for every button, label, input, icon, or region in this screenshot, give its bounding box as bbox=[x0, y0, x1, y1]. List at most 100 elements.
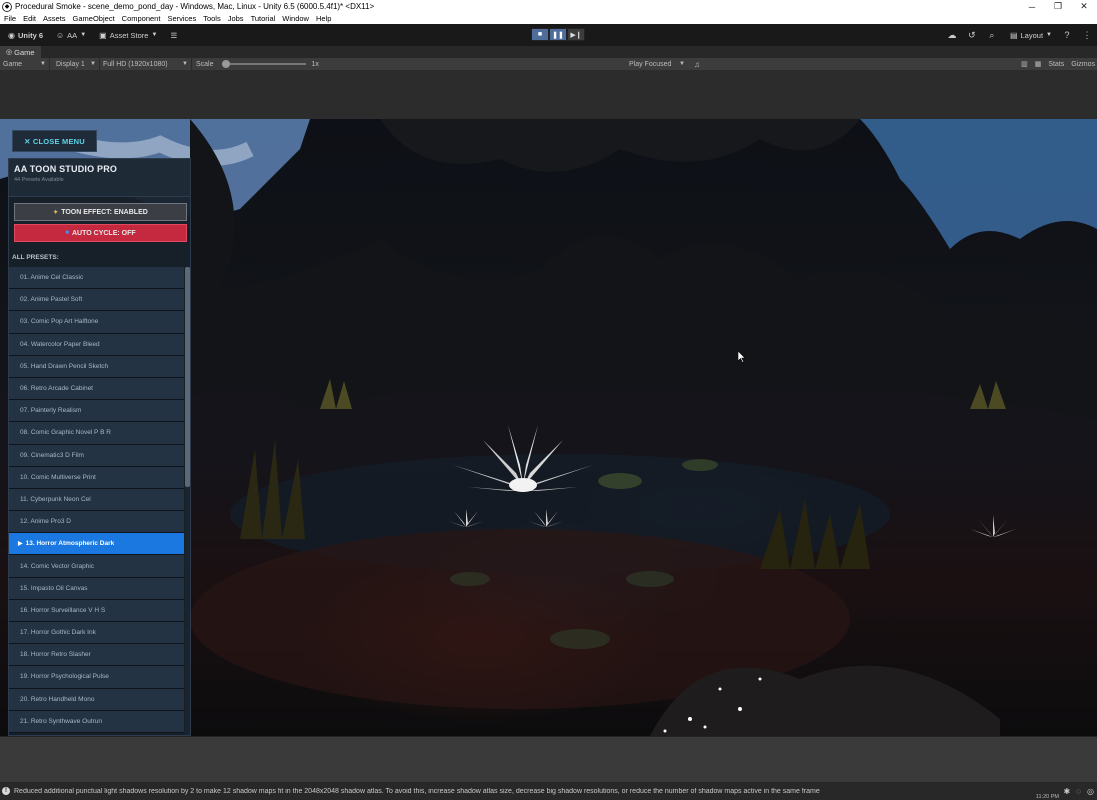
menu-window[interactable]: Window bbox=[282, 14, 309, 23]
cloud-icon[interactable]: ☁ bbox=[942, 28, 962, 42]
package-button[interactable]: ☰ bbox=[165, 28, 182, 42]
clock: 11:20 PM bbox=[1035, 794, 1059, 800]
preset-item[interactable]: 14. Comic Vector Graphic bbox=[9, 555, 184, 578]
view-type-dropdown[interactable]: Game ▼ bbox=[0, 58, 50, 70]
gamepad-icon: ◎ bbox=[6, 49, 13, 56]
minimize-icon[interactable]: ─ bbox=[1019, 0, 1045, 13]
user-icon: ☺ bbox=[56, 30, 65, 40]
preset-item[interactable]: 10. Comic Multiverse Print bbox=[9, 466, 184, 489]
preset-item[interactable]: 03. Comic Pop Art Halftone bbox=[9, 311, 184, 334]
maximize-icon[interactable]: ❐ bbox=[1045, 0, 1071, 13]
display-dropdown[interactable]: Display 1 ▼ bbox=[50, 58, 100, 70]
preset-item[interactable]: 20. Retro Handheld Mono bbox=[9, 688, 184, 711]
toon-studio-panel: AA TOON STUDIO PRO 44 Presets Available … bbox=[8, 158, 191, 736]
scale-slider-knob[interactable] bbox=[221, 60, 230, 68]
tab-game-label: Game bbox=[14, 47, 35, 57]
menu-services[interactable]: Services bbox=[167, 14, 196, 23]
preset-item[interactable]: 16. Horror Surveillance V H S bbox=[9, 599, 184, 622]
account-dropdown[interactable]: ☺ AA ▼ bbox=[51, 28, 91, 42]
preset-item[interactable]: 09. Cinematic3 D Film bbox=[9, 444, 184, 467]
console-message[interactable]: Reduced additional punctual light shadow… bbox=[14, 788, 1061, 795]
preset-item-selected[interactable]: ▶ 13. Horror Atmospheric Dark bbox=[9, 533, 184, 556]
scrollbar-thumb[interactable] bbox=[185, 267, 190, 487]
history-icon[interactable]: ↺ bbox=[962, 28, 982, 42]
toon-effect-toggle[interactable]: ✦ TOON EFFECT: ENABLED bbox=[14, 203, 187, 221]
lotus-flower-small bbox=[970, 515, 1016, 537]
frame-debug-icon[interactable]: ▥ bbox=[1021, 60, 1028, 68]
preset-item[interactable]: 15. Impasto Oil Canvas bbox=[9, 577, 184, 600]
preset-item[interactable]: 17. Horror Gothic Dark Ink bbox=[9, 622, 184, 645]
menu-tutorial[interactable]: Tutorial bbox=[251, 14, 276, 23]
tab-game[interactable]: ◎ Game bbox=[0, 46, 41, 58]
aspect-icon[interactable]: ▦ bbox=[1035, 60, 1042, 68]
preset-label: 14. Comic Vector Graphic bbox=[20, 562, 95, 570]
pause-icon[interactable]: ❚❚ bbox=[549, 28, 567, 41]
more-icon[interactable]: ⋮ bbox=[1077, 28, 1097, 42]
preset-item[interactable]: 04. Watercolor Paper Bleed bbox=[9, 333, 184, 356]
preset-label: 04. Watercolor Paper Bleed bbox=[20, 340, 100, 348]
all-presets-heading: ALL PRESETS: bbox=[12, 254, 59, 261]
layout-icon: ▤ bbox=[1009, 30, 1018, 40]
preset-label: 01. Anime Cel Classic bbox=[20, 274, 84, 282]
menu-help[interactable]: Help bbox=[316, 14, 331, 23]
layout-dropdown[interactable]: ▤ Layout ▼ bbox=[1005, 28, 1057, 42]
mouse-cursor-icon bbox=[738, 351, 746, 363]
stats-toggle[interactable]: Stats bbox=[1048, 61, 1064, 68]
asset-store-dropdown[interactable]: ▣ Asset Store ▼ bbox=[94, 28, 162, 42]
settings-circle-icon[interactable]: ◎ bbox=[1087, 787, 1094, 796]
chevron-down-icon: ▼ bbox=[1046, 32, 1052, 38]
menu-jobs[interactable]: Jobs bbox=[228, 14, 244, 23]
preset-item[interactable]: 19. Horror Psychological Pulse bbox=[9, 666, 184, 689]
step-icon[interactable]: ▶❙ bbox=[567, 28, 585, 41]
play-mode-label: Play Focused bbox=[629, 60, 672, 68]
status-bar-right: ✱ ◌ ◎ bbox=[1061, 787, 1097, 796]
menu-file[interactable]: File bbox=[4, 14, 16, 23]
preset-item[interactable]: 01. Anime Cel Classic bbox=[9, 267, 184, 290]
play-icon[interactable]: ■ bbox=[531, 28, 549, 41]
menu-tools[interactable]: Tools bbox=[203, 14, 221, 23]
preset-label: 07. Painterly Realism bbox=[20, 407, 82, 415]
search-icon[interactable]: ⌕ bbox=[982, 28, 1002, 42]
mute-audio-icon[interactable]: ♫ bbox=[694, 60, 700, 69]
menu-assets[interactable]: Assets bbox=[43, 14, 66, 23]
preset-list-scrollbar[interactable] bbox=[185, 267, 190, 735]
play-mode-dropdown[interactable]: Play Focused ▼ bbox=[626, 58, 688, 70]
preset-item[interactable]: 07. Painterly Realism bbox=[9, 400, 184, 423]
preset-item[interactable]: 05. Hand Drawn Pencil Sketch bbox=[9, 355, 184, 378]
preset-item[interactable]: 11. Cyberpunk Neon Cel bbox=[9, 488, 184, 512]
bug-icon[interactable]: ✱ bbox=[1064, 787, 1071, 796]
preset-label: 09. Cinematic3 D Film bbox=[20, 451, 84, 459]
preset-label: 16. Horror Surveillance V H S bbox=[20, 606, 106, 614]
resolution-dropdown[interactable]: Full HD (1920x1080) ▼ bbox=[100, 58, 192, 70]
help-icon[interactable]: ? bbox=[1057, 28, 1077, 42]
menu-edit[interactable]: Edit bbox=[23, 14, 36, 23]
close-menu-button[interactable]: ✕ CLOSE MENU bbox=[12, 130, 97, 152]
chevron-down-icon: ▼ bbox=[679, 61, 685, 67]
sparkle-icon: ✦ bbox=[53, 209, 59, 216]
menu-gameobject[interactable]: GameObject bbox=[73, 14, 115, 23]
unity-account-button[interactable]: ◉ Unity 6 bbox=[3, 28, 48, 42]
square-icon: ■ bbox=[65, 230, 69, 236]
preset-item[interactable]: 08. Comic Graphic Novel P B R bbox=[9, 422, 184, 445]
preset-label: 21. Retro Synthwave Outrun bbox=[20, 717, 103, 725]
scale-slider[interactable] bbox=[221, 60, 306, 68]
close-icon[interactable]: ✕ bbox=[1071, 0, 1097, 13]
preset-item[interactable]: 12. Anime Pro3 D bbox=[9, 511, 184, 534]
progress-icon[interactable]: ◌ bbox=[1076, 787, 1081, 796]
preset-item[interactable]: 06. Retro Arcade Cabinet bbox=[9, 377, 184, 401]
scale-value: 1x bbox=[311, 60, 319, 68]
auto-cycle-toggle[interactable]: ■ AUTO CYCLE: OFF bbox=[14, 224, 187, 242]
chevron-down-icon: ▼ bbox=[40, 61, 46, 67]
unity-logo-icon: ◉ bbox=[8, 30, 15, 40]
info-icon[interactable]: ! bbox=[2, 787, 10, 795]
toolbar-right: ☁ ↺ ⌕ ▤ Layout ▼ ? ⋮ bbox=[942, 28, 1097, 42]
gizmos-toggle[interactable]: Gizmos bbox=[1071, 61, 1095, 68]
lotus-flower-large bbox=[453, 425, 593, 492]
window-title-bar: ◆ Procedural Smoke - scene_demo_pond_day… bbox=[0, 0, 1097, 13]
preset-item[interactable]: 21. Retro Synthwave Outrun bbox=[9, 710, 184, 733]
preset-item[interactable]: 18. Horror Retro Slasher bbox=[9, 644, 184, 667]
menu-component[interactable]: Component bbox=[122, 14, 161, 23]
preset-item[interactable]: 02. Anime Pastel Soft bbox=[9, 289, 184, 312]
preset-label: 10. Comic Multiverse Print bbox=[20, 473, 96, 481]
status-bar: ! Reduced additional punctual light shad… bbox=[0, 782, 1097, 800]
